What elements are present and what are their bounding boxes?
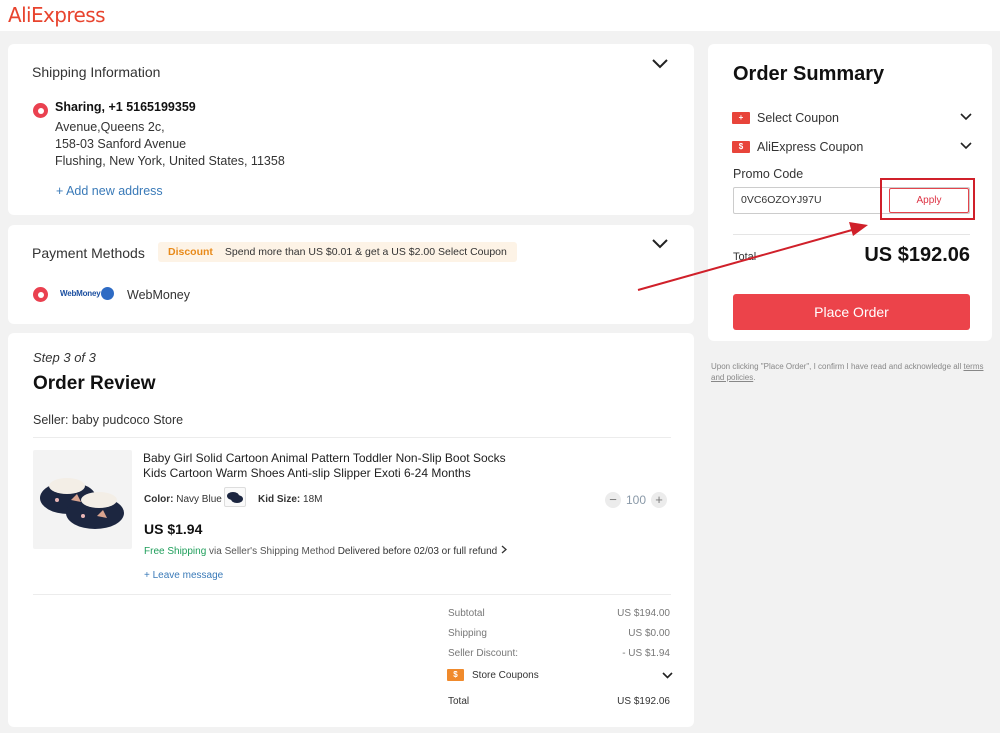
place-order-button[interactable]: Place Order [733,294,970,330]
aliexpress-coupon-label: AliExpress Coupon [757,140,864,154]
order-summary-card: Order Summary + Select Coupon $ AliExpre… [708,44,992,341]
seller-discount-value: - US $1.94 [622,648,670,659]
color-value: Navy Blue [176,494,222,505]
coupon-icon: $ [447,669,464,681]
minus-icon[interactable]: − [605,492,621,508]
divider [733,234,970,235]
order-review-title: Order Review [33,373,156,394]
chevron-down-icon[interactable] [960,142,972,150]
chevron-down-icon[interactable] [652,239,668,249]
discount-banner: Discount Spend more than US $0.01 & get … [158,242,517,262]
leave-message-link[interactable]: + Leave message [144,570,223,581]
chevron-right-icon [501,545,508,554]
webmoney-logo: WebMoney [60,289,101,298]
review-total-value: US $192.06 [617,696,670,707]
seller-name[interactable]: Seller: baby pudcoco Store [33,413,183,427]
subtotal-value: US $194.00 [617,608,670,619]
total-value: US $192.06 [864,244,970,266]
select-coupon-row[interactable]: + Select Coupon [732,111,839,125]
address-name-phone: Sharing, +1 5165199359 [55,100,196,114]
chevron-down-icon[interactable] [662,672,673,679]
quantity-value[interactable]: 100 [621,493,651,507]
select-coupon-label: Select Coupon [757,111,840,125]
shipping-information-card: Shipping Information Sharing, +1 5165199… [8,44,694,215]
seller-discount-label: Seller Discount: [448,648,519,659]
webmoney-globe-icon [101,287,114,300]
color-label: Color: [144,494,174,505]
product-image[interactable] [33,450,132,549]
delivery-estimate: Delivered before 02/03 or full refund [337,546,498,557]
shipping-title: Shipping Information [32,64,161,80]
total-label: Total [733,251,757,263]
order-summary-title: Order Summary [733,63,885,85]
radio-selected-icon[interactable] [33,103,48,118]
quantity-stepper: − 100 + [605,492,667,508]
promo-code-label: Promo Code [733,167,804,181]
free-shipping-label: Free Shipping [144,546,207,557]
disclaimer-end: . [753,373,756,382]
payment-methods-card: Payment Methods Discount Spend more than… [8,225,694,324]
review-total-label: Total [448,696,470,707]
shipping-value: US $0.00 [628,628,670,639]
product-size: Kid Size: 18M [258,494,322,505]
coupon-icon: $ [732,141,750,153]
product-title[interactable]: Baby Girl Solid Cartoon Animal Pattern T… [143,451,523,481]
chevron-down-icon[interactable] [960,113,972,121]
aliexpress-logo[interactable]: AliExpress [8,3,106,27]
product-price: US $1.94 [144,521,203,537]
address-line: Flushing, New York, United States, 11358 [55,154,285,168]
size-label: Kid Size: [258,494,301,505]
aliexpress-coupon-row[interactable]: $ AliExpress Coupon [732,140,863,154]
top-bar: AliExpress [0,0,1000,31]
address-line: 158-03 Sanford Avenue [55,137,187,151]
add-new-address-link[interactable]: + Add new address [56,184,163,198]
shipping-method: via Seller's Shipping Method [209,546,335,557]
chevron-down-icon[interactable] [652,59,668,69]
address-line: Avenue,Queens 2c, [55,120,165,134]
coupon-icon: + [732,112,750,124]
discount-text: Spend more than US $0.01 & get a US $2.0… [224,246,507,258]
shipping-info-line[interactable]: Free Shipping via Seller's Shipping Meth… [144,545,508,557]
color-swatch [224,487,246,507]
divider [33,594,671,595]
store-coupons-label[interactable]: Store Coupons [472,670,539,681]
step-indicator: Step 3 of 3 [33,350,96,365]
subtotal-label: Subtotal [448,608,485,619]
radio-selected-icon[interactable] [33,287,48,302]
order-review-card: Step 3 of 3 Order Review Seller: baby pu… [8,333,694,727]
payment-method-name[interactable]: WebMoney [127,288,190,302]
disclaimer-text: Upon clicking "Place Order", I confirm I… [711,362,962,371]
product-color: Color: Navy Blue [144,494,222,505]
divider [33,437,671,438]
payment-title: Payment Methods [32,245,145,261]
discount-tag: Discount [168,246,213,258]
terms-disclaimer: Upon clicking "Place Order", I confirm I… [711,361,996,383]
size-value: 18M [303,494,323,505]
apply-button[interactable]: Apply [889,188,969,213]
plus-icon[interactable]: + [651,492,667,508]
shipping-label: Shipping [448,628,487,639]
